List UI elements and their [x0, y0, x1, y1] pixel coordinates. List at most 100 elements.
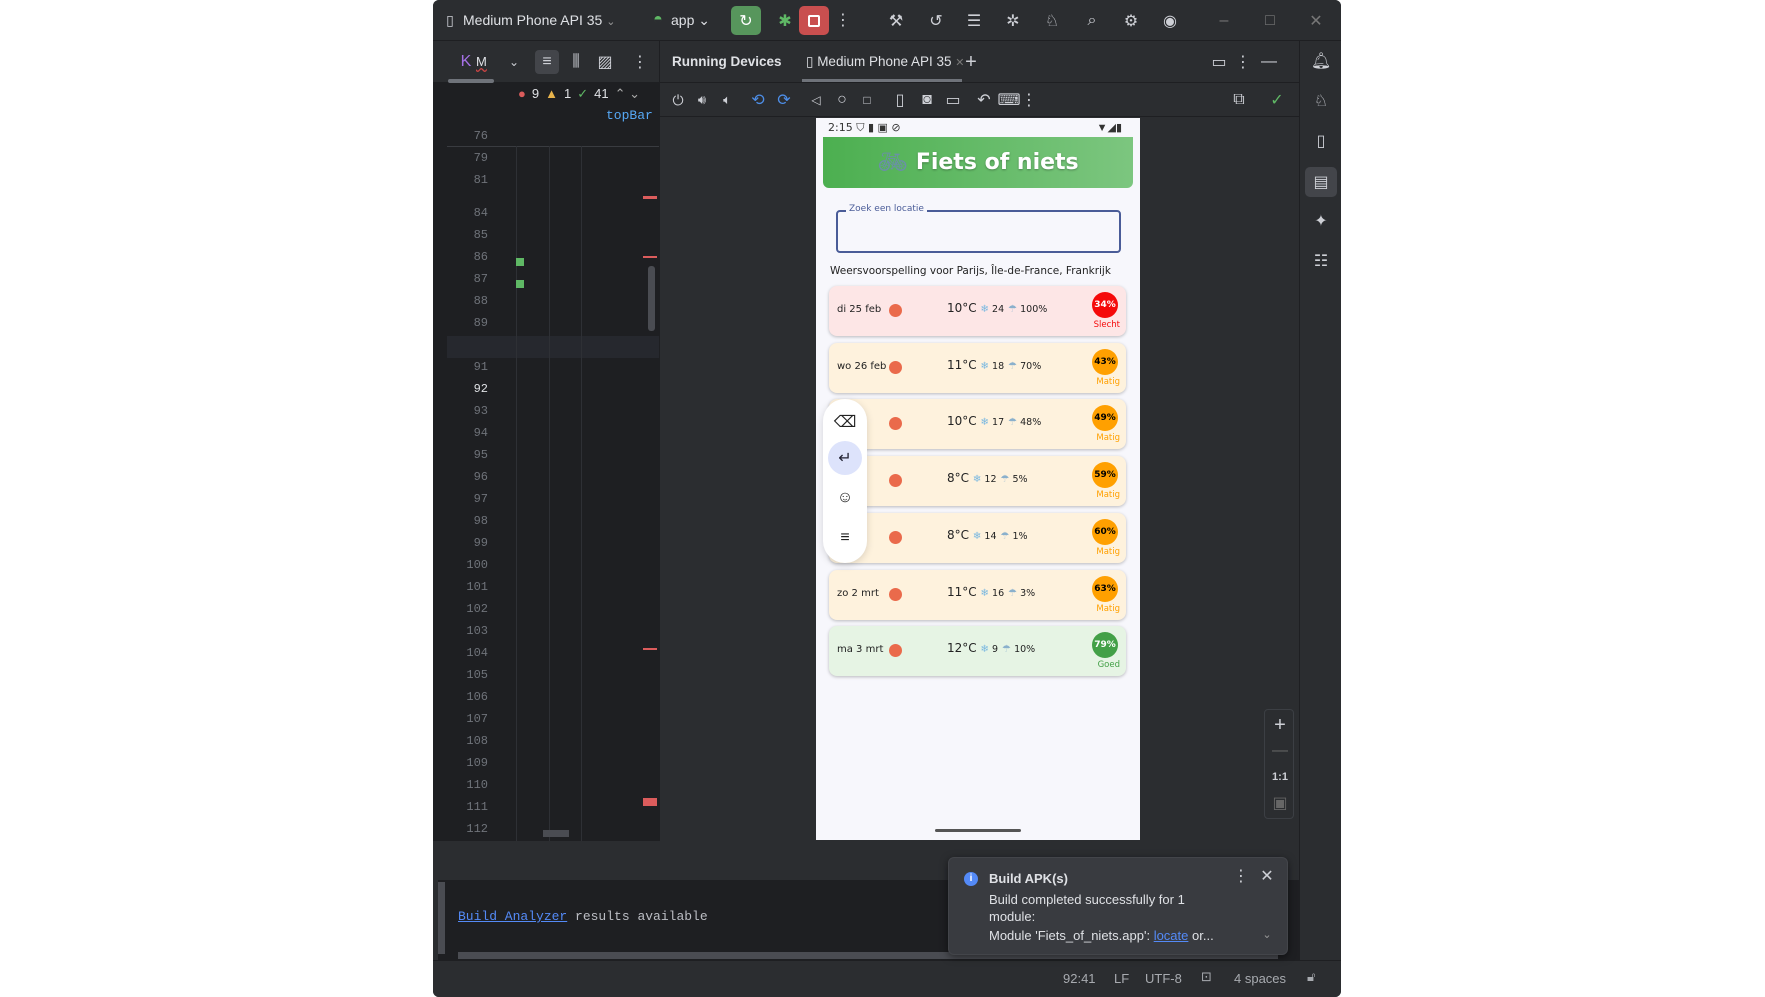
line-number: 100 [466, 558, 488, 572]
score-badge: 49% [1092, 405, 1118, 432]
maximize-button[interactable]: □ [1259, 10, 1281, 32]
forecast-card[interactable]: ma 3 mrt 12°C ❄ 9 ☂ 10% 79% Goed [829, 626, 1126, 677]
temperature: 11°C [947, 357, 977, 372]
more-icon[interactable]: ⋮ [833, 10, 853, 30]
editor-tab[interactable]: M [476, 54, 487, 69]
close-icon[interactable]: ✕ [1257, 866, 1277, 886]
running-devices-icon[interactable]: ▤ [1305, 167, 1337, 197]
hide-panel-button[interactable]: — [1258, 51, 1280, 73]
screenshot-icon[interactable]: ◙ [916, 89, 938, 111]
design-view-button[interactable]: ▨ [593, 50, 617, 74]
minimize-button[interactable]: – [1213, 10, 1235, 32]
editor-toolbar: K M ⌄ ≡ ⫼ ▨ ⋮ [433, 41, 659, 83]
enter-icon[interactable]: ↵ [828, 441, 862, 475]
build-analyzer-link[interactable]: Build Analyzer [458, 909, 567, 924]
warning-icon: ▲ [545, 86, 558, 101]
inspection-icon[interactable]: ⊡ [1201, 969, 1212, 985]
chevron-down-icon[interactable]: ⌄ [505, 51, 523, 73]
line-number: 81 [473, 173, 488, 187]
split-view-button[interactable]: ⫼ [564, 50, 588, 74]
stop-button[interactable] [799, 6, 829, 35]
actual-size-button[interactable]: 1:1 [1267, 766, 1293, 788]
indent-setting[interactable]: 4 spaces [1234, 971, 1286, 986]
home-icon[interactable]: ○ [832, 89, 852, 111]
fit-screen-button[interactable]: ▣ [1269, 792, 1291, 814]
location-search-input[interactable]: Zoek een locatie [836, 204, 1121, 253]
zoom-in-button[interactable]: + [1269, 714, 1291, 736]
overview-icon[interactable]: □ [857, 89, 877, 111]
more-icon[interactable]: ⋮ [1233, 866, 1249, 886]
settings-icon[interactable]: ⚙ [1120, 10, 1142, 32]
gradle-icon[interactable]: ♘ [1309, 89, 1333, 113]
account-icon[interactable]: ◉ [1159, 10, 1181, 32]
error-stripe[interactable] [643, 196, 657, 199]
more-icon[interactable]: ⋮ [1021, 89, 1037, 111]
structure-icon[interactable]: ☷ [1309, 249, 1333, 273]
home-indicator[interactable] [935, 829, 1021, 832]
error-stripe[interactable] [643, 798, 657, 806]
locate-link[interactable]: locate [1154, 928, 1189, 943]
error-stripe[interactable] [643, 256, 657, 258]
device-manager-icon[interactable]: ▯ [1309, 129, 1333, 153]
emoji-icon[interactable]: ☺ [830, 483, 860, 513]
forecast-card[interactable]: eb 10°C ❄ 17 ☂ 48% 49% Matig [829, 399, 1126, 450]
rerun-button[interactable]: ↻ [731, 6, 761, 35]
forecast-card[interactable]: di 25 feb 10°C ❄ 24 ☂ 100% 34% Slecht [829, 286, 1126, 336]
phone-screen[interactable]: 2:15 ⛉ ▮ ▣ ⊘ ▼◢▮ 🚲︎ Fiets of niets Zoek … [816, 118, 1140, 840]
volume-down-icon[interactable]: 🔈︎ [717, 89, 737, 111]
expand-icon[interactable]: ⌄ [1259, 926, 1275, 942]
forecast-card[interactable]: rt 8°C ❄ 14 ☂ 1% 60% Matig [829, 512, 1126, 563]
device-selector[interactable]: Medium Phone API 35 ⌄ [463, 12, 615, 28]
back-icon[interactable]: ◁ [806, 89, 826, 111]
zoom-out-button[interactable]: — [1269, 740, 1291, 762]
run-config-selector[interactable]: app ⌄ [671, 12, 710, 29]
device-tab[interactable]: ▯ Medium Phone API 35 ✕ [806, 54, 965, 70]
build-icon[interactable]: ⚒ [885, 10, 907, 32]
horizontal-scrollbar[interactable] [543, 830, 569, 837]
apply-changes-icon[interactable]: ↺ [925, 10, 947, 32]
forecast-card[interactable]: wo 26 feb 11°C ❄ 18 ☂ 70% 43% Matig [829, 342, 1126, 393]
more-icon[interactable]: ⋮ [1232, 51, 1254, 73]
lock-icon[interactable]: 🔓︎ [1307, 969, 1315, 985]
search-icon[interactable]: ⌕ [1081, 10, 1103, 32]
ok-count: 41 [594, 86, 609, 101]
vertical-scrollbar[interactable] [648, 266, 655, 331]
error-stripe[interactable] [643, 648, 657, 650]
device-settings-icon[interactable]: ▯ [890, 89, 910, 111]
line-ending[interactable]: LF [1114, 971, 1129, 986]
line-number: 112 [466, 822, 488, 836]
forecast-card[interactable]: eb 8°C ❄ 12 ☂ 5% 59% Matig [829, 456, 1126, 507]
window-layout-icon[interactable]: ▭ [1208, 51, 1230, 73]
code-view-button[interactable]: ≡ [535, 50, 559, 74]
volume-up-icon[interactable]: 🔊︎ [692, 89, 712, 111]
inspection-widget[interactable]: ● 9 ▲ 1 ✓ 41 ⌃ ⌄ [518, 86, 640, 102]
notifications-icon[interactable]: 🔔︎ [1309, 49, 1333, 73]
gradle-icon[interactable]: ♘ [1041, 10, 1063, 32]
tab-scrollbar[interactable] [448, 79, 494, 83]
rain-chance: 5% [1012, 474, 1028, 486]
attach-debugger-icon[interactable]: ✲ [1002, 10, 1024, 32]
gemini-icon[interactable]: ✦ [1309, 209, 1333, 233]
keyboard-icon[interactable]: ⌨ [997, 89, 1020, 111]
score-label: Goed [1097, 660, 1120, 671]
more-icon[interactable]: ⋮ [632, 50, 648, 74]
menu-icon[interactable]: ≡ [830, 523, 860, 553]
add-device-button[interactable]: + [960, 51, 982, 73]
forecast-card[interactable]: zo 2 mrt 11°C ❄ 16 ☂ 3% 63% Matig [829, 569, 1126, 620]
android-icon: ◓ [653, 11, 663, 28]
temperature: 8°C [947, 527, 970, 542]
debug-button[interactable]: ✱ [771, 6, 799, 35]
code-editor[interactable]: K M ⌄ ≡ ⫼ ▨ ⋮ ● 9 ▲ 1 ✓ 41 ⌃ ⌄ topBar 76 79 8… [433, 41, 659, 880]
rotate-right-icon[interactable]: ⟳ [774, 89, 794, 111]
layout-inspector-icon[interactable]: ⧉ [1228, 89, 1250, 111]
backspace-icon[interactable]: ⌫ [830, 407, 860, 437]
sync-icon[interactable]: ☰ [963, 10, 985, 32]
notification-more[interactable]: or... [1192, 928, 1214, 943]
close-button[interactable]: ✕ [1305, 10, 1327, 32]
caret-position[interactable]: 92:41 [1063, 971, 1096, 986]
rotate-left-icon[interactable]: ⟲ [748, 89, 768, 111]
power-icon[interactable]: ⏻ [668, 89, 688, 111]
file-encoding[interactable]: UTF-8 [1145, 971, 1182, 986]
screen-record-icon[interactable]: ▭ [942, 89, 964, 111]
snapshot-icon[interactable]: ↶ [974, 89, 994, 111]
